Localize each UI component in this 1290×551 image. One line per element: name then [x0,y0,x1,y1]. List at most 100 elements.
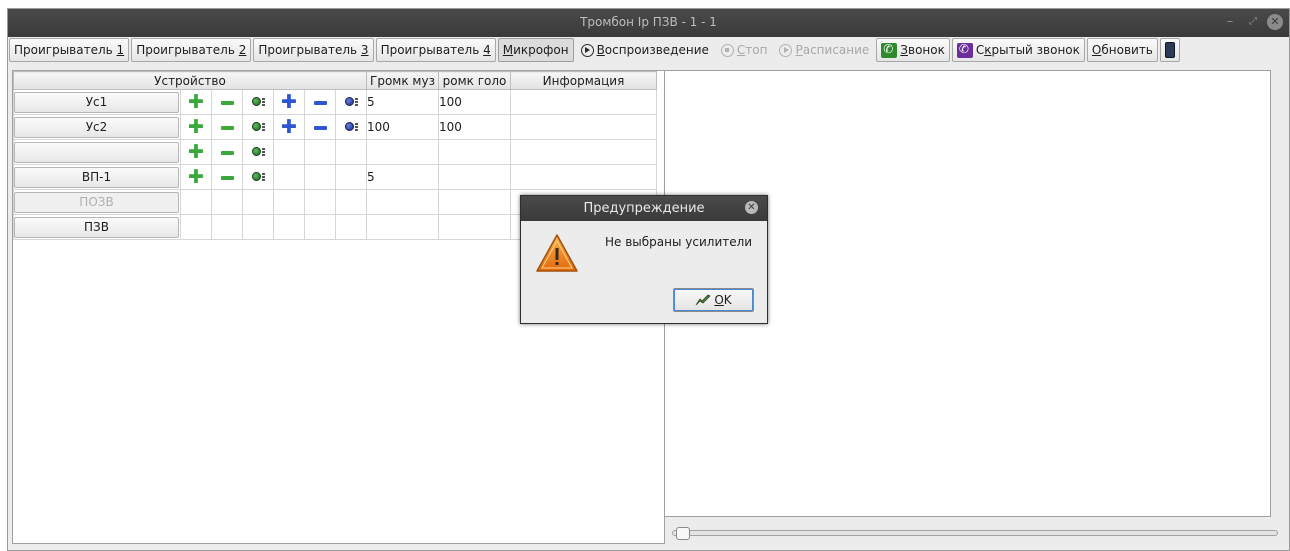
green-volume-cell[interactable] [242,164,274,190]
ok-pen-icon [695,294,712,306]
blue-volume-icon [344,122,358,131]
music-volume-cell[interactable]: 5 [366,89,439,115]
green-minus-icon [220,125,234,130]
device-button[interactable] [1159,38,1180,62]
info-cell[interactable] [510,164,657,190]
blue-plus-icon: ✚ [281,115,297,138]
music-volume-cell[interactable]: 5 [366,164,439,190]
tab-player-4[interactable]: Проигрыватель 4 [375,38,496,62]
stop-circle-icon [720,43,734,57]
header-info[interactable]: Информация [510,71,657,90]
header-music-volume[interactable]: Громк муз [366,71,439,90]
green-minus-icon [220,100,234,105]
device-button[interactable]: ПЗВ [14,216,179,238]
empty-cell [180,189,212,215]
header-device[interactable]: Устройство [13,71,367,90]
table-row: Ус1 ✚ ✚ 5 100 [13,89,657,115]
info-cell[interactable] [510,114,657,140]
table-row: ВП-1 ✚ 5 [13,164,657,190]
minimize-button[interactable]: – [1221,13,1239,31]
blue-volume-cell[interactable] [335,89,367,115]
green-minus-icon [220,175,234,180]
info-cell[interactable] [510,89,657,115]
phone-green-icon [881,42,898,58]
tab-label: Проигрыватель 3 [258,43,369,57]
tab-player-1[interactable]: Проигрыватель 1 [9,38,130,62]
empty-cell [335,189,367,215]
close-button[interactable]: ✕ [1267,14,1283,30]
header-voice-volume[interactable]: ромк голо [438,71,511,90]
music-volume-cell[interactable]: 100 [366,114,439,140]
tab-label: Проигрыватель 1 [14,43,125,57]
green-plus-cell[interactable]: ✚ [180,164,212,190]
device-button[interactable]: Ус1 [14,91,179,113]
green-volume-cell[interactable] [242,114,274,140]
green-volume-icon [251,147,265,156]
window-title: Тромбон Ip ПЗВ - 1 - 1 [580,15,717,29]
tab-player-2[interactable]: Проигрыватель 2 [131,38,252,62]
dialog-close-icon[interactable]: ✕ [745,201,758,214]
slider-track[interactable] [672,530,1278,536]
green-minus-cell[interactable] [211,114,243,140]
tab-player-3[interactable]: Проигрыватель 3 [253,38,374,62]
voice-volume-cell[interactable] [438,189,511,215]
info-cell[interactable] [510,139,657,165]
device-button[interactable]: ВП-1 [14,166,179,188]
device-icon [1164,42,1175,58]
music-volume-cell[interactable] [366,189,439,215]
schedule-play-icon [779,43,793,57]
green-minus-cell[interactable] [211,89,243,115]
empty-cell [242,214,274,240]
blue-plus-cell[interactable]: ✚ [273,89,305,115]
device-button[interactable]: Ус2 [14,116,179,138]
blue-minus-cell[interactable] [304,89,336,115]
green-plus-icon: ✚ [188,115,204,138]
empty-cell [304,139,336,165]
tab-microphone[interactable]: Микрофон [497,38,574,62]
playback-button[interactable]: Воспроизведение [576,38,714,62]
green-plus-cell[interactable]: ✚ [180,139,212,165]
call-button[interactable]: Звонок [876,38,950,62]
blue-minus-cell[interactable] [304,114,336,140]
tab-label: Проигрыватель 4 [380,43,491,57]
empty-cell [335,139,367,165]
green-volume-cell[interactable] [242,89,274,115]
green-plus-icon: ✚ [188,90,204,113]
voice-volume-cell[interactable]: 100 [438,114,511,140]
green-plus-cell[interactable]: ✚ [180,89,212,115]
blue-plus-cell[interactable]: ✚ [273,114,305,140]
green-minus-cell[interactable] [211,164,243,190]
refresh-button[interactable]: Обновить [1086,38,1158,62]
device-button[interactable] [14,141,179,163]
hidden-call-button[interactable]: Скрытый звонок [951,38,1085,62]
ok-button[interactable]: OK [673,288,754,312]
blue-volume-cell[interactable] [335,114,367,140]
stop-button[interactable]: Стоп [716,38,773,62]
maximize-button[interactable]: ⤢ [1244,13,1262,31]
music-volume-cell[interactable] [366,139,439,165]
device-button[interactable]: ПОЗВ [14,191,179,213]
green-plus-cell[interactable]: ✚ [180,114,212,140]
voice-volume-cell[interactable]: 100 [438,89,511,115]
green-plus-icon: ✚ [188,165,204,188]
play-circle-icon [580,43,594,57]
empty-cell [304,214,336,240]
voice-volume-cell[interactable] [438,139,511,165]
blue-minus-icon [313,100,327,105]
music-volume-cell[interactable] [366,214,439,240]
green-volume-icon [251,97,265,106]
voice-volume-cell[interactable] [438,164,511,190]
title-bar: Тромбон Ip ПЗВ - 1 - 1 – ⤢ ✕ [8,9,1289,37]
green-volume-icon [251,122,265,131]
empty-cell [211,189,243,215]
schedule-button[interactable]: Расписание [774,38,874,62]
phone-purple-icon [956,42,973,58]
voice-volume-cell[interactable] [438,214,511,240]
empty-cell [304,164,336,190]
green-minus-cell[interactable] [211,139,243,165]
green-volume-cell[interactable] [242,139,274,165]
slider-handle[interactable] [676,527,690,540]
green-plus-icon: ✚ [188,140,204,163]
warning-triangle-icon [536,234,578,272]
empty-cell [273,214,305,240]
